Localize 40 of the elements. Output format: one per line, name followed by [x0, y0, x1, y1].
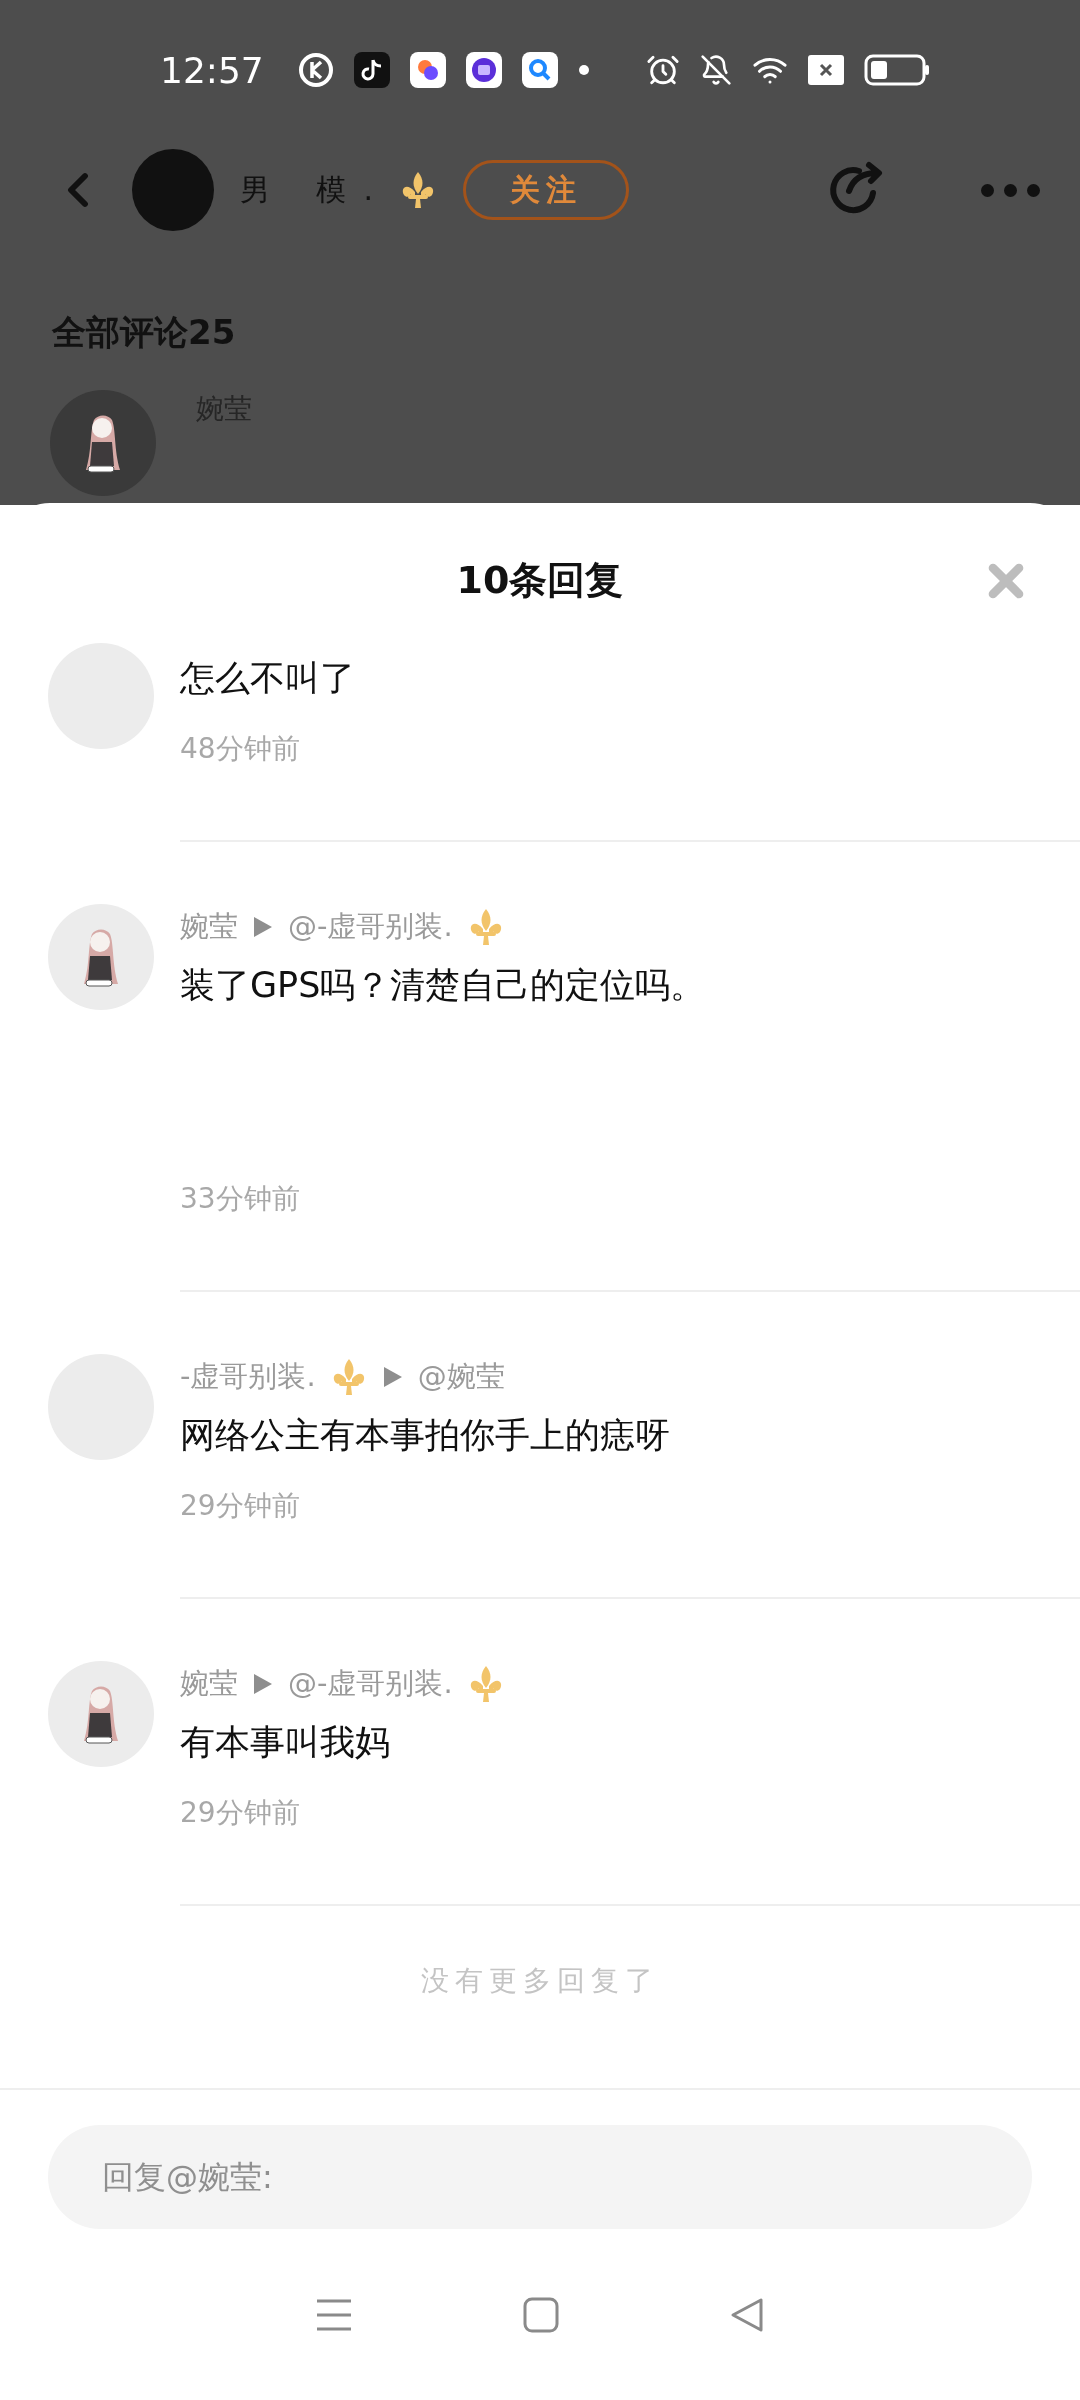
play-arrow-icon [252, 915, 274, 939]
comments-heading: 全部评论25 [51, 311, 237, 354]
reply-text: 网络公主有本事拍你手上的痣呀 [180, 1414, 671, 1457]
home-square-icon[interactable] [523, 2296, 559, 2333]
author-name[interactable]: 男 模. [240, 169, 392, 211]
colorful-app-icon [409, 52, 446, 88]
reply-text: 装了GPS吗？清楚自己的定位吗。 [180, 964, 707, 1007]
reply-time: 29分钟前 [180, 1488, 301, 1524]
avatar[interactable] [48, 904, 154, 1010]
bell-off-icon [700, 54, 732, 86]
reply-target[interactable]: @婉莹 [417, 1357, 505, 1397]
reply-input[interactable]: 回复@婉莹: [48, 2125, 1032, 2229]
more-button[interactable] [981, 183, 1040, 197]
reply-author[interactable]: -虚哥别装. [180, 1357, 316, 1397]
music-note-app-icon [353, 52, 390, 88]
k-circle-icon [297, 52, 334, 88]
search-app-icon [521, 52, 558, 88]
reply-time: 33分钟前 [180, 1181, 301, 1217]
avatar[interactable] [48, 1661, 154, 1767]
play-arrow-icon [252, 1672, 274, 1696]
chat-app-icon [465, 52, 502, 88]
alarm-icon [646, 53, 680, 87]
status-time: 12:57 [160, 49, 264, 91]
reply-time: 48分钟前 [180, 731, 301, 767]
back-triangle-icon[interactable] [729, 2296, 765, 2333]
reply-text: 有本事叫我妈 [180, 1721, 391, 1764]
sheet-title: 10条回复 [456, 557, 624, 604]
reply-text: 怎么不叫了 [180, 657, 356, 700]
sim-x-icon [808, 55, 844, 85]
follow-button[interactable]: 关注 [463, 160, 630, 220]
reply-target[interactable]: @-虚哥别装. [288, 907, 453, 947]
reply-target[interactable]: @-虚哥别装. [288, 1664, 453, 1704]
reply-author[interactable]: 婉莹 [180, 1664, 238, 1704]
avatar[interactable] [50, 390, 156, 496]
reply-time: 29分钟前 [180, 1795, 301, 1831]
notification-dot-icon [577, 64, 590, 76]
play-arrow-icon [381, 1365, 404, 1389]
reply-author[interactable]: 婉莹 [180, 907, 238, 947]
end-note: 没有更多回复了 [420, 1963, 660, 1999]
battery-icon [864, 54, 930, 86]
